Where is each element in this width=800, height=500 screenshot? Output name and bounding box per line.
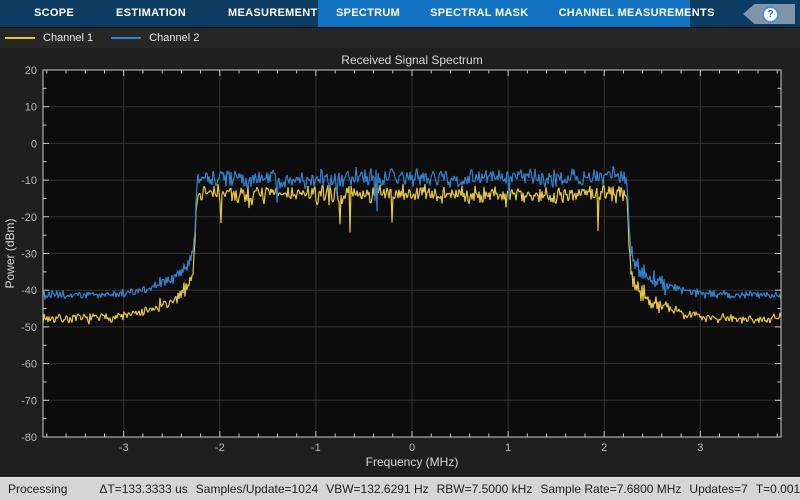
scope-figure: Channel 1 Channel 2 Received Signal Spect… xyxy=(0,28,800,477)
spectrum-plot[interactable]: Received Signal Spectrum20100-10-20-30-4… xyxy=(0,48,800,477)
x-tick-label: -2 xyxy=(215,442,225,454)
status-metric: Sample Rate=7.6800 MHz xyxy=(540,482,681,496)
chart-title: Received Signal Spectrum xyxy=(341,53,482,67)
x-axis-label: Frequency (MHz) xyxy=(366,455,459,469)
toolbar: SCOPE ESTIMATION MEASUREMENTS SPECTRUM SPEC… xyxy=(0,0,800,28)
y-tick-label: -50 xyxy=(21,322,37,334)
x-tick-label: -1 xyxy=(311,442,321,454)
tab-spectral-mask[interactable]: SPECTRAL MASK xyxy=(430,0,528,27)
y-tick-label: -60 xyxy=(21,359,37,371)
legend-item-channel-2[interactable]: Channel 2 xyxy=(111,32,199,44)
status-metric: Samples/Update=1024 xyxy=(196,482,318,496)
tab-scope[interactable]: SCOPE xyxy=(34,0,74,27)
tab-spectrum[interactable]: SPECTRUM xyxy=(336,0,400,27)
status-metrics: ΔT=133.3333 us Samples/Update=1024 VBW=132… xyxy=(99,482,800,496)
tab-channel-measurements[interactable]: CHANNEL MEASUREMENTS xyxy=(559,0,715,27)
y-tick-label: 10 xyxy=(25,102,37,114)
help-icon: ? xyxy=(762,6,779,23)
status-metric: RBW=7.5000 kHz xyxy=(437,482,533,496)
help-label: ? xyxy=(767,9,773,20)
y-tick-label: -10 xyxy=(21,175,37,187)
legend-line-sample xyxy=(5,37,35,39)
tab-measurements[interactable]: MEASUREMENTS xyxy=(228,0,325,27)
y-tick-label: -80 xyxy=(21,432,37,444)
y-tick-label: 20 xyxy=(25,65,37,77)
x-tick-label: 2 xyxy=(601,442,607,454)
status-metric: VBW=132.6291 Hz xyxy=(326,482,428,496)
x-tick-label: -3 xyxy=(119,442,129,454)
y-tick-label: -70 xyxy=(21,395,37,407)
y-tick-label: -20 xyxy=(21,212,37,224)
help-button[interactable]: ? xyxy=(743,4,795,24)
tab-estimation[interactable]: ESTIMATION xyxy=(116,0,186,27)
x-tick-label: 0 xyxy=(409,442,415,454)
legend-line-sample xyxy=(111,37,141,39)
y-tick-label: 0 xyxy=(31,138,37,150)
x-tick-label: 1 xyxy=(505,442,511,454)
legend-label: Channel 2 xyxy=(149,32,199,44)
status-metric: T=0.0010 xyxy=(756,482,800,496)
status-bar: Processing ΔT=133.3333 us Samples/Update=… xyxy=(0,477,800,500)
status-metric: ΔT=133.3333 us xyxy=(99,482,187,496)
y-tick-label: -30 xyxy=(21,249,37,261)
legend-item-channel-1[interactable]: Channel 1 xyxy=(5,32,93,44)
x-tick-label: 3 xyxy=(697,442,703,454)
legend: Channel 1 Channel 2 xyxy=(0,28,800,48)
status-state: Processing xyxy=(8,482,67,496)
legend-label: Channel 1 xyxy=(43,32,93,44)
tab-group-main: SCOPEESTIMATIONMEASUREMENTS xyxy=(0,0,318,27)
tab-group-spectral: SPECTRUMSPECTRAL MASKCHANNEL MEASUREMENT… xyxy=(318,0,690,27)
y-tick-label: -40 xyxy=(21,285,37,297)
y-axis-label: Power (dBm) xyxy=(3,218,17,288)
status-metric: Updates=7 xyxy=(689,482,747,496)
